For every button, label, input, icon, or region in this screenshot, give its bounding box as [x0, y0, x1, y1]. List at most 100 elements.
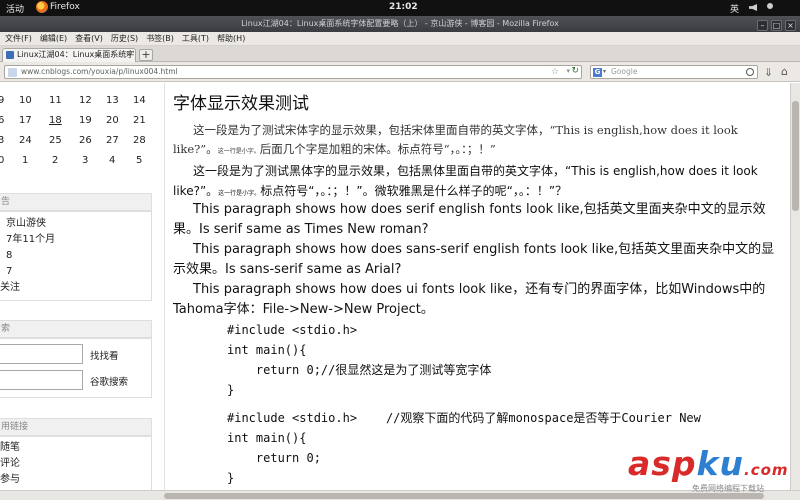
- horizontal-scrollbar[interactable]: [0, 490, 800, 500]
- maximize-button[interactable]: □: [771, 20, 782, 31]
- calendar-day[interactable]: 10: [19, 95, 32, 106]
- serif-paragraph: This paragraph shows how does serif engl…: [173, 202, 766, 237]
- horizontal-scroll-thumb[interactable]: [164, 493, 764, 499]
- menu-bookmarks[interactable]: 书签(B): [142, 32, 178, 46]
- code-line: int main(){: [227, 343, 307, 357]
- article-title: 字体显示效果测试: [173, 94, 309, 114]
- follow-link[interactable]: 关注: [0, 280, 152, 296]
- calendar-day[interactable]: 6: [0, 115, 4, 126]
- user-icon[interactable]: [764, 2, 776, 13]
- calendar-day[interactable]: 19: [79, 115, 92, 126]
- profile-age[interactable]: 7年11个月: [0, 232, 152, 248]
- calendar-row: 9 10 11 12 13 14: [0, 95, 152, 113]
- calendar-day-link[interactable]: 18: [49, 115, 62, 126]
- volume-icon[interactable]: [748, 2, 760, 13]
- calendar-day[interactable]: 27: [106, 135, 119, 146]
- google-engine-icon[interactable]: G: [593, 68, 602, 77]
- calendar-day[interactable]: 21: [133, 115, 146, 126]
- menu-file[interactable]: 文件(F): [0, 32, 36, 46]
- code-line: #include <stdio.h>: [227, 323, 358, 337]
- watermark-tagline: 免费网络编程下载站: [692, 484, 764, 493]
- profile-nickname[interactable]: 京山游侠: [0, 216, 152, 232]
- vertical-scroll-thumb[interactable]: [792, 101, 799, 211]
- engine-dropdown-icon[interactable]: ▾: [603, 68, 606, 75]
- url-bar[interactable]: www.cnblogs.com/youxia/p/linux004.html ☆…: [4, 65, 582, 79]
- calendar-day[interactable]: 9: [0, 95, 4, 106]
- reload-icon[interactable]: ↻: [571, 66, 579, 76]
- google-search-button[interactable]: 谷歌搜索: [90, 374, 128, 388]
- watermark-asp: asp: [628, 444, 697, 483]
- search-bar[interactable]: G ▾ Google: [590, 65, 758, 79]
- tab-title: Linux江湖04：Linux桌面系统字...: [17, 50, 136, 59]
- profile-following[interactable]: 7: [0, 264, 152, 280]
- calendar-day[interactable]: 24: [19, 135, 32, 146]
- site-search-input[interactable]: [0, 344, 83, 364]
- activities-button[interactable]: 活动: [6, 2, 24, 15]
- bookmark-star-icon[interactable]: ☆: [551, 67, 559, 77]
- new-tab-button[interactable]: +: [139, 49, 153, 61]
- calendar-day[interactable]: 14: [133, 95, 146, 106]
- calendar-day[interactable]: 12: [79, 95, 92, 106]
- calendar-day[interactable]: 20: [106, 115, 119, 126]
- navigation-bar: www.cnblogs.com/youxia/p/linux004.html ☆…: [0, 62, 800, 82]
- links-header: 用链接: [0, 418, 152, 436]
- url-text[interactable]: www.cnblogs.com/youxia/p/linux004.html: [21, 67, 178, 76]
- menu-tools[interactable]: 工具(T): [178, 32, 213, 46]
- calendar-day[interactable]: 1: [22, 155, 28, 166]
- calendar-row: 3 24 25 26 27 28: [0, 135, 152, 153]
- calendar-day[interactable]: 13: [106, 95, 119, 106]
- window-titlebar[interactable]: Linux江湖04：Linux桌面系统字体配置要略（上） - 京山游侠 - 博客…: [0, 16, 800, 32]
- p1-small-text: 这一行是小字。: [217, 148, 260, 155]
- calendar-day[interactable]: 28: [133, 135, 146, 146]
- p1-tail-text: 后面几个字是加粗的宋体。标点符号“，。：；！”: [259, 142, 496, 156]
- close-window-button[interactable]: ×: [785, 20, 796, 31]
- ui-font-paragraph: This paragraph shows how does ui fonts l…: [173, 282, 766, 317]
- menu-view[interactable]: 查看(V): [71, 32, 107, 46]
- site-identity-icon[interactable]: [8, 68, 17, 77]
- calendar-day[interactable]: 4: [109, 155, 115, 166]
- clock[interactable]: 21:02: [389, 2, 418, 12]
- calendar-day[interactable]: 5: [136, 155, 142, 166]
- downloads-icon[interactable]: ⇓: [764, 66, 773, 79]
- app-menu-button[interactable]: Firefox: [50, 2, 80, 12]
- menu-history[interactable]: 历史(S): [107, 32, 142, 46]
- tab-active[interactable]: Linux江湖04：Linux桌面系统字... ×: [2, 48, 136, 62]
- calendar-day[interactable]: 3: [0, 135, 4, 146]
- minimize-button[interactable]: –: [757, 20, 768, 31]
- favicon-icon: [6, 51, 14, 59]
- url-dropdown-icon[interactable]: ▾: [566, 67, 570, 75]
- vertical-scrollbar[interactable]: [790, 83, 800, 490]
- home-icon[interactable]: ⌂: [781, 65, 788, 78]
- sans-serif-paragraph: This paragraph shows how does sans-serif…: [173, 242, 775, 277]
- p2-small-text: 这一行是小字。: [218, 190, 261, 197]
- site-search-button[interactable]: 找找看: [90, 348, 119, 362]
- notice-header: 告: [0, 193, 152, 211]
- code-line: #include <stdio.h> //观察下面的代码了解monospace是…: [227, 411, 701, 425]
- menu-edit[interactable]: 编辑(E): [36, 32, 71, 46]
- calendar-day[interactable]: 25: [49, 135, 62, 146]
- watermark-com: .com: [744, 461, 789, 479]
- watermark-ku: ku: [696, 444, 744, 483]
- calendar-day[interactable]: 0: [0, 155, 4, 166]
- firefox-icon: [36, 1, 48, 13]
- menu-bar: 文件(F) 编辑(E) 查看(V) 历史(S) 书签(B) 工具(T) 帮助(H): [0, 32, 800, 46]
- tab-close-icon[interactable]: ×: [125, 49, 132, 61]
- calendar-day[interactable]: 3: [82, 155, 88, 166]
- input-method-indicator[interactable]: 英: [730, 2, 739, 15]
- code-line: return 0;//很显然这是为了测试等宽字体: [227, 363, 492, 377]
- calendar-day[interactable]: 26: [79, 135, 92, 146]
- calendar-day[interactable]: 11: [49, 95, 62, 106]
- link-my-posts[interactable]: 随笔: [0, 440, 152, 456]
- calendar-day[interactable]: 2: [52, 155, 58, 166]
- profile-followers[interactable]: 8: [0, 248, 152, 264]
- page-viewport: 9 10 11 12 13 14 6 17 18 19 20 21 3 24 2…: [0, 83, 790, 490]
- calendar-day[interactable]: 17: [19, 115, 32, 126]
- system-top-panel: 活动 Firefox 21:02 英: [0, 0, 800, 16]
- menu-help[interactable]: 帮助(H): [213, 32, 249, 46]
- window-title: Linux江湖04：Linux桌面系统字体配置要略（上） - 京山游侠 - 博客…: [241, 19, 559, 28]
- link-my-comments[interactable]: 评论: [0, 456, 152, 472]
- google-search-input[interactable]: [0, 370, 83, 390]
- search-icon[interactable]: [746, 68, 754, 76]
- link-my-participation[interactable]: 参与: [0, 472, 152, 488]
- calendar-row: 0 1 2 3 4 5: [0, 155, 152, 173]
